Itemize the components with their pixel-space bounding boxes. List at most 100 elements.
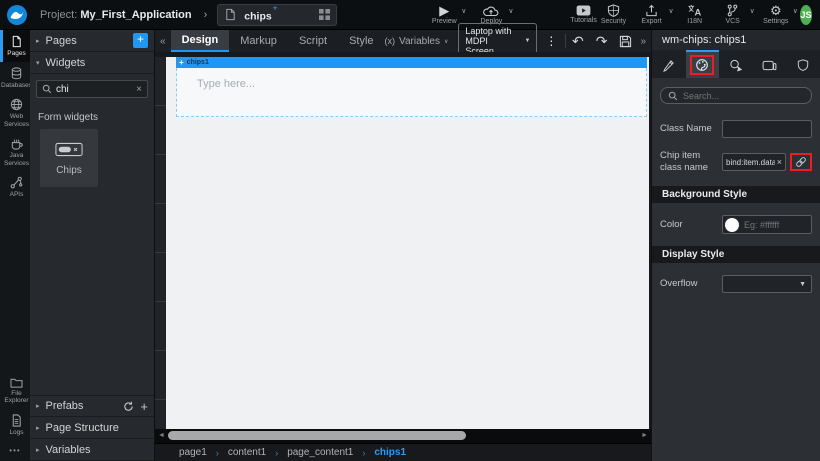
settings-button[interactable]: ⚙ Settings	[761, 4, 791, 25]
overflow-select[interactable]: ▼	[722, 275, 812, 293]
refresh-prefabs-icon[interactable]	[123, 401, 134, 412]
caret-down-icon: ▼	[524, 38, 530, 44]
accordion-widgets[interactable]: ▾ Widgets	[30, 52, 154, 74]
widget-selection-bar[interactable]: + chips1	[176, 57, 647, 68]
project-title: Project: My_First_Application	[40, 9, 192, 21]
sidebar-item-web-services[interactable]: Web Services	[0, 93, 30, 132]
chevron-collapsed-icon: ▸	[36, 37, 40, 45]
chevron-collapsed-icon: ▸	[36, 402, 40, 410]
color-input[interactable]	[744, 220, 806, 230]
preview-chevron-icon[interactable]: ∨	[461, 7, 466, 15]
export-button[interactable]: Export	[637, 4, 667, 25]
class-name-row: Class Name	[652, 120, 820, 138]
scroll-right-icon[interactable]: ►	[641, 432, 648, 439]
settings-chevron-icon[interactable]: ∨	[793, 7, 798, 15]
widget-search-input[interactable]	[56, 84, 132, 95]
clear-binding-icon[interactable]: ×	[777, 157, 782, 167]
scrollbar-thumb[interactable]	[168, 431, 466, 440]
sidebar-item-file-explorer[interactable]: File Explorer	[0, 372, 30, 409]
breadcrumb-page-content1[interactable]: page_content1	[287, 447, 353, 458]
horizontal-scrollbar[interactable]: ◄ ►	[155, 429, 651, 443]
deploy-chevron-icon[interactable]: ∨	[508, 7, 513, 15]
properties-search-input[interactable]	[683, 91, 804, 101]
overflow-label: Overflow	[660, 278, 722, 290]
scroll-left-icon[interactable]: ◄	[158, 432, 165, 439]
properties-panel: wm-chips: chips1	[651, 30, 820, 461]
tab-design[interactable]: Design	[171, 30, 230, 52]
page-grid-icon[interactable]	[319, 9, 330, 20]
tab-device[interactable]	[753, 50, 787, 78]
class-name-label: Class Name	[660, 123, 722, 135]
bind-link-icon[interactable]	[795, 156, 807, 168]
collapse-left-panel-icon[interactable]: «	[155, 36, 171, 47]
wavemaker-logo-icon[interactable]	[6, 4, 28, 26]
sidebar-item-pages[interactable]: Pages	[0, 30, 30, 62]
more-menu-icon[interactable]: ⋮	[537, 34, 565, 48]
export-chevron-icon[interactable]: ∨	[669, 7, 674, 15]
chevron-expanded-icon: ▾	[36, 59, 40, 67]
user-avatar[interactable]: JS	[800, 5, 812, 25]
design-canvas[interactable]: + chips1 Type here...	[166, 57, 649, 429]
expand-right-panel-icon[interactable]: »	[638, 36, 651, 47]
undo-icon[interactable]: ↶	[566, 34, 590, 48]
section-background-style[interactable]: Background Style	[652, 186, 820, 203]
add-page-button[interactable]: +	[133, 33, 148, 48]
properties-tab-bar	[652, 50, 820, 78]
tab-events[interactable]	[719, 50, 753, 78]
chips-widget-icon	[55, 141, 83, 158]
pointer-select-icon	[729, 59, 742, 72]
preview-button[interactable]: ▶ Preview	[429, 5, 459, 25]
color-swatch[interactable]	[725, 218, 739, 232]
accordion-page-structure[interactable]: ▸ Page Structure	[30, 417, 154, 439]
class-name-input[interactable]	[722, 120, 812, 138]
design-toolbar: « Design Markup Script Style (x) Variabl…	[155, 30, 651, 52]
chips-widget-instance[interactable]: + chips1 Type here...	[176, 57, 647, 117]
page-tab-chips[interactable]: chips *	[217, 4, 337, 26]
widgets-panel: ▸ Pages + ▾ Widgets × Form widgets	[30, 30, 155, 461]
tab-markup[interactable]: Markup	[229, 30, 288, 52]
i18n-button[interactable]: A I18N	[680, 4, 710, 25]
save-icon[interactable]	[613, 35, 638, 48]
sidebar-item-apis[interactable]: APIs	[0, 171, 30, 203]
breadcrumb-content1[interactable]: content1	[228, 447, 266, 458]
add-prefab-icon[interactable]: +	[140, 399, 148, 414]
chips-input-placeholder[interactable]: Type here...	[176, 68, 647, 117]
settings-gear-icon: ⚙	[770, 4, 782, 17]
variables-icon: (x)	[385, 36, 396, 46]
tab-security[interactable]	[786, 50, 820, 78]
variables-chevron-icon: ∨	[444, 38, 448, 45]
overflow-row: Overflow ▼	[652, 275, 820, 293]
tab-script[interactable]: Script	[288, 30, 338, 52]
chevron-collapsed-icon: ▸	[36, 424, 40, 432]
tab-style[interactable]: Style	[338, 30, 384, 52]
sidebar-item-databases[interactable]: Databases	[0, 62, 30, 94]
more-options-icon[interactable]: •••	[0, 440, 30, 461]
vcs-button[interactable]: VCS	[718, 4, 748, 25]
redo-icon[interactable]: ↷	[590, 34, 614, 48]
chevron-collapsed-icon: ▸	[36, 446, 40, 454]
accordion-variables[interactable]: ▸ Variables	[30, 439, 154, 461]
shield-icon	[797, 59, 809, 71]
vcs-chevron-icon[interactable]: ∨	[750, 7, 755, 15]
section-display-style[interactable]: Display Style	[652, 246, 820, 263]
tab-properties[interactable]	[652, 50, 686, 78]
accordion-prefabs[interactable]: ▸ Prefabs +	[30, 395, 154, 417]
deploy-button[interactable]: Deploy	[476, 5, 506, 25]
chip-item-class-input[interactable]: bind:item.datavalue.d ×	[722, 153, 786, 171]
breadcrumb-page1[interactable]: page1	[179, 447, 207, 458]
canvas-ruler	[155, 57, 166, 429]
annotation-box	[790, 153, 812, 171]
widget-tile-chips[interactable]: Chips	[40, 129, 98, 187]
svg-text:A: A	[695, 8, 702, 17]
tutorials-button[interactable]: Tutorials	[569, 5, 599, 24]
breadcrumb-chips1[interactable]: chips1	[374, 447, 406, 458]
tab-styles[interactable]	[686, 50, 720, 78]
sidebar-item-logs[interactable]: Logs	[0, 409, 30, 441]
sidebar-item-java-services[interactable]: Java Services	[0, 132, 30, 171]
accordion-pages[interactable]: ▸ Pages +	[30, 30, 154, 52]
variables-button[interactable]: (x) Variables ∨	[385, 36, 449, 47]
clear-search-icon[interactable]: ×	[136, 84, 142, 95]
security-button[interactable]: Security	[599, 4, 629, 25]
play-icon: ▶	[439, 5, 449, 17]
deploy-cloud-icon	[483, 5, 499, 17]
